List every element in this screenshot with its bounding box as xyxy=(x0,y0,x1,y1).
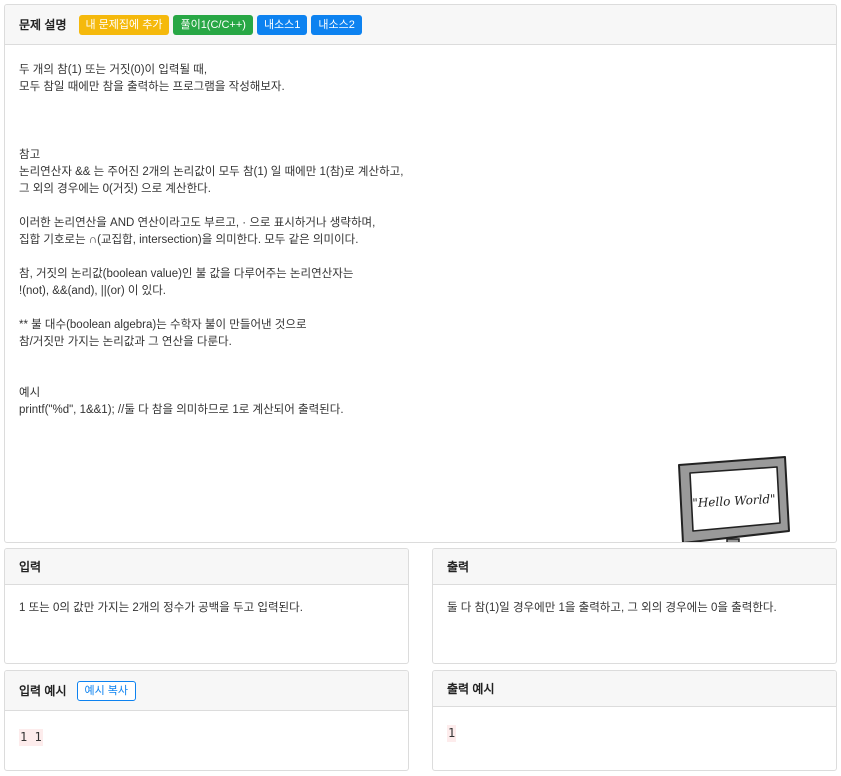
description-line: 모두 참일 때에만 참을 출력하는 프로그램을 작성해보자. xyxy=(19,81,285,93)
description-line: printf("%d", 1&&1); //둘 다 참을 의미하므로 1로 계산… xyxy=(19,404,344,416)
copy-example-button[interactable]: 예시 복사 xyxy=(76,680,137,701)
output-example-title: 출력 예시 xyxy=(447,682,495,696)
input-description: 1 또는 0의 값만 가지는 2개의 정수가 공백을 두고 입력된다. xyxy=(19,602,303,614)
solution-c-cpp-button[interactable]: 풀이1(C/C++) xyxy=(173,14,253,35)
output-card: 출력 둘 다 참(1)일 경우에만 1을 출력하고, 그 외의 경우에는 0을 … xyxy=(432,548,837,664)
input-example-title: 입력 예시 xyxy=(19,684,67,698)
description-line xyxy=(19,198,822,215)
description-line xyxy=(19,113,822,130)
problem-description-text: 두 개의 참(1) 또는 거짓(0)이 입력될 때, 모두 참일 때에만 참을 출… xyxy=(19,62,822,419)
output-example-body: 1 xyxy=(433,707,836,758)
output-title: 출력 xyxy=(447,560,470,574)
description-line: 예시 xyxy=(19,387,41,399)
output-example-card: 출력 예시 1 xyxy=(432,670,837,771)
hello-world-monitor-image: "Hello World" xyxy=(678,456,790,542)
description-line xyxy=(19,368,822,385)
my-source-2-button[interactable]: 내소스2 xyxy=(311,14,362,35)
problem-description-body: 두 개의 참(1) 또는 거짓(0)이 입력될 때, 모두 참일 때에만 참을 출… xyxy=(5,45,836,542)
output-description: 둘 다 참(1)일 경우에만 1을 출력하고, 그 외의 경우에는 0을 출력한… xyxy=(447,602,777,614)
input-card: 입력 1 또는 0의 값만 가지는 2개의 정수가 공백을 두고 입력된다. xyxy=(4,548,409,664)
output-example-value: 1 xyxy=(447,725,457,742)
add-to-my-problemset-button[interactable]: 내 문제집에 추가 xyxy=(78,14,170,35)
description-line: 논리연산자 && 는 주어진 2개의 논리값이 모두 참(1) 일 때에만 1(… xyxy=(19,166,404,178)
description-line xyxy=(19,300,822,317)
description-line: ** 불 대수(boolean algebra)는 수학자 불이 만들어낸 것으… xyxy=(19,319,307,331)
description-line: 집합 기호로는 ∩(교집합, intersection)을 의미한다. 모두 같… xyxy=(19,234,359,246)
input-example-card: 입력 예시 예시 복사 1 1 xyxy=(4,670,409,771)
description-line: 이러한 논리연산을 AND 연산이라고도 부르고, · 으로 표시하거나 생략하… xyxy=(19,217,376,229)
description-line xyxy=(19,351,822,368)
output-example-header: 출력 예시 xyxy=(433,671,836,707)
input-example-value: 1 1 xyxy=(19,729,43,746)
description-line: !(not), &&(and), ||(or) 이 있다. xyxy=(19,285,166,297)
description-line: 참/거짓만 가지는 논리값과 그 연산을 다룬다. xyxy=(19,336,232,348)
input-header: 입력 xyxy=(5,549,408,585)
description-line xyxy=(19,249,822,266)
description-line: 참고 xyxy=(19,149,41,161)
description-line xyxy=(19,96,822,113)
problem-description-header: 문제 설명 내 문제집에 추가 풀이1(C/C++) 내소스1 내소스2 xyxy=(5,5,836,45)
problem-description-card: 문제 설명 내 문제집에 추가 풀이1(C/C++) 내소스1 내소스2 두 개… xyxy=(4,4,837,543)
my-source-1-button[interactable]: 내소스1 xyxy=(256,14,308,35)
description-line xyxy=(19,130,822,147)
output-header: 출력 xyxy=(433,549,836,585)
input-title: 입력 xyxy=(19,560,42,574)
input-example-header: 입력 예시 예시 복사 xyxy=(5,671,408,711)
description-line: 그 외의 경우에는 0(거짓) 으로 계산한다. xyxy=(19,183,211,195)
description-line: 두 개의 참(1) 또는 거짓(0)이 입력될 때, xyxy=(19,64,208,76)
problem-description-title: 문제 설명 xyxy=(19,18,67,32)
input-example-body: 1 1 xyxy=(5,711,408,762)
description-line: 참, 거짓의 논리값(boolean value)인 불 값을 다루어주는 논리… xyxy=(19,268,354,280)
